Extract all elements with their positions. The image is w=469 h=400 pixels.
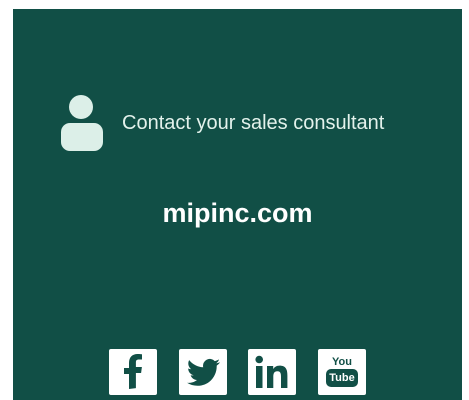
linkedin-link[interactable] [248, 349, 296, 395]
youtube-icon: Tube [326, 369, 358, 387]
twitter-link[interactable] [179, 349, 227, 395]
website-link[interactable]: mipinc.com [13, 197, 462, 229]
twitter-icon [187, 358, 220, 386]
facebook-link[interactable] [109, 349, 157, 395]
facebook-icon [124, 354, 142, 389]
youtube-you-text: You [332, 356, 352, 368]
contact-row[interactable]: Contact your sales consultant [61, 93, 421, 153]
person-icon [61, 93, 103, 153]
social-links: You Tube [109, 349, 369, 397]
linkedin-icon [255, 355, 288, 388]
person-head [69, 95, 93, 119]
youtube-tube-text: Tube [329, 372, 355, 384]
person-body [61, 123, 103, 151]
contact-label[interactable]: Contact your sales consultant [122, 111, 384, 135]
youtube-link[interactable]: You Tube [318, 349, 366, 395]
contact-panel: Contact your sales consultant mipinc.com… [13, 9, 462, 400]
